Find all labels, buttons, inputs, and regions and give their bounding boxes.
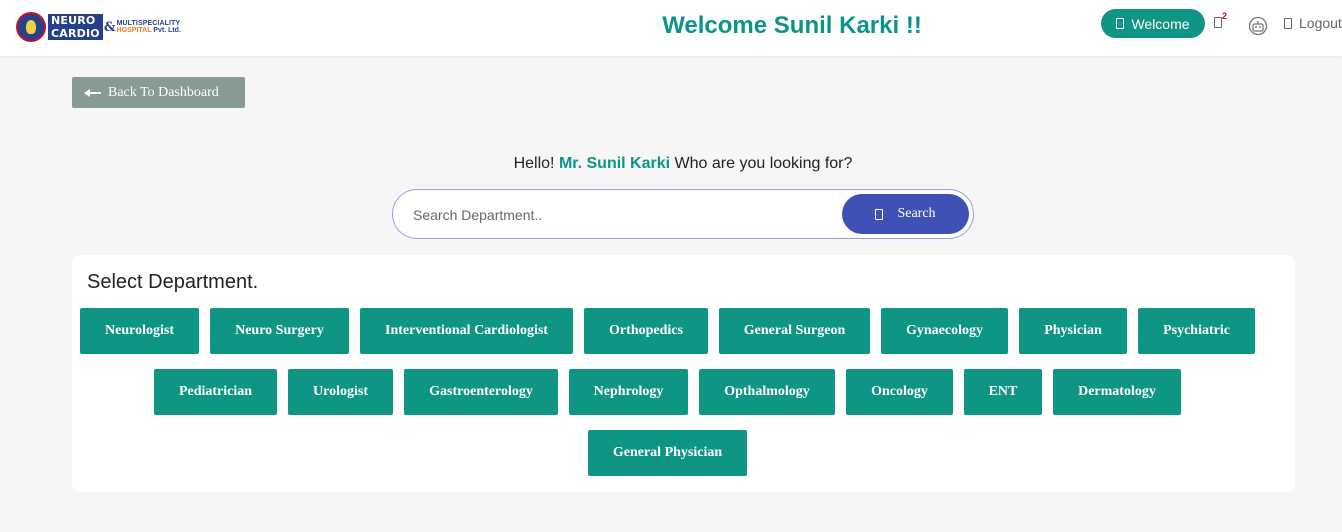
welcome-button[interactable]: Welcome bbox=[1101, 9, 1205, 38]
back-button-label: Back To Dashboard bbox=[108, 84, 219, 100]
department-button[interactable]: Neuro Surgery bbox=[210, 308, 349, 354]
department-button[interactable]: Dermatology bbox=[1053, 369, 1181, 415]
search-input[interactable] bbox=[413, 202, 823, 228]
search-bar: Search bbox=[392, 189, 974, 239]
user-icon bbox=[1116, 18, 1125, 29]
department-button[interactable]: Oncology bbox=[846, 369, 953, 415]
department-button[interactable]: Nephrology bbox=[569, 369, 688, 415]
back-to-dashboard-button[interactable]: Back To Dashboard bbox=[72, 77, 245, 108]
greeting-suffix: Who are you looking for? bbox=[674, 155, 853, 172]
logout-button[interactable]: Logout bbox=[1284, 15, 1342, 31]
greeting-name: Mr. Sunil Karki bbox=[558, 155, 671, 172]
search-icon bbox=[875, 208, 884, 220]
department-button[interactable]: Orthopedics bbox=[584, 308, 708, 354]
greeting-text: Hello! Mr. Sunil Karki Who are you looki… bbox=[0, 155, 1342, 173]
notification-button[interactable]: 2 bbox=[1214, 11, 1234, 33]
department-button[interactable]: Opthalmology bbox=[699, 369, 835, 415]
arrow-left-icon bbox=[84, 88, 102, 97]
department-button[interactable]: ENT bbox=[964, 369, 1042, 415]
logout-label: Logout bbox=[1299, 15, 1342, 31]
department-button[interactable]: Psychiatric bbox=[1138, 308, 1255, 354]
department-heading: Select Department. bbox=[87, 271, 259, 293]
logout-icon bbox=[1284, 17, 1292, 29]
department-button[interactable]: Neurologist bbox=[80, 308, 199, 354]
department-button[interactable]: Gynaecology bbox=[881, 308, 1008, 354]
welcome-button-label: Welcome bbox=[1131, 15, 1190, 32]
department-button[interactable]: General Physician bbox=[588, 430, 747, 476]
greeting-prefix: Hello! bbox=[513, 155, 555, 172]
department-button[interactable]: Interventional Cardiologist bbox=[360, 308, 573, 354]
notification-badge: 2 bbox=[1222, 11, 1228, 21]
chatbot-icon[interactable] bbox=[1248, 16, 1268, 36]
search-button[interactable]: Search bbox=[842, 194, 969, 234]
department-button[interactable]: Pediatrician bbox=[154, 369, 277, 415]
top-header: NEURO CARDIO & MULTISPECIALITY HOSPITAL … bbox=[0, 0, 1342, 56]
department-panel: Select Department. Neurologist Neuro Sur… bbox=[72, 255, 1295, 492]
department-button[interactable]: Gastroenterology bbox=[404, 369, 558, 415]
bell-icon bbox=[1214, 17, 1222, 28]
search-button-label: Search bbox=[897, 206, 936, 221]
department-button[interactable]: General Surgeon bbox=[719, 308, 870, 354]
department-button[interactable]: Physician bbox=[1019, 308, 1127, 354]
department-button[interactable]: Urologist bbox=[288, 369, 393, 415]
